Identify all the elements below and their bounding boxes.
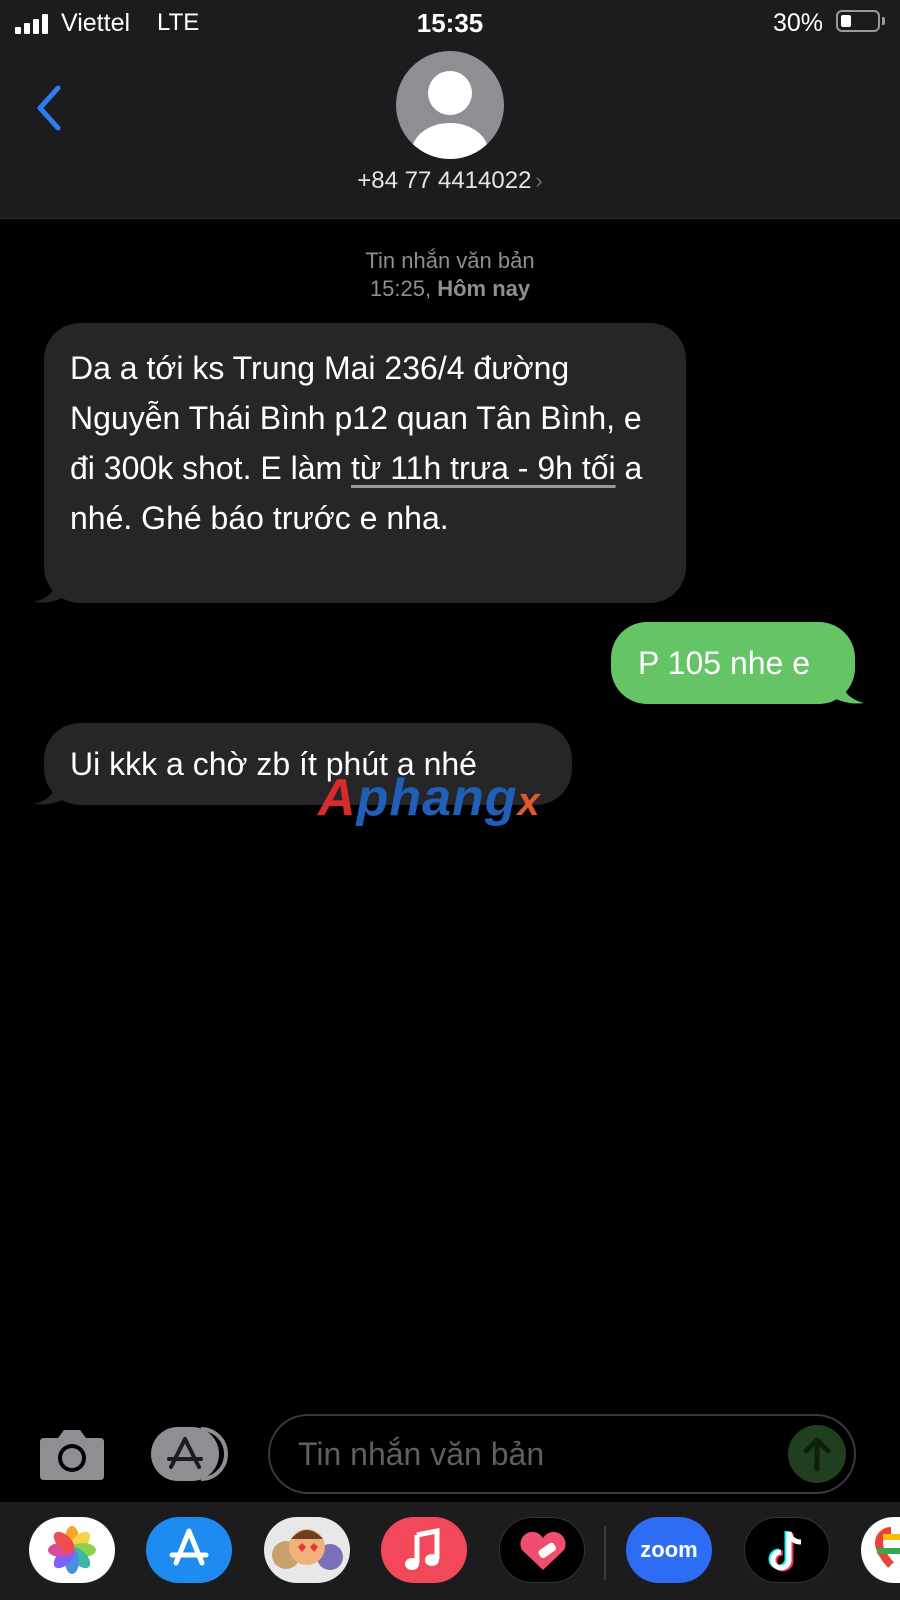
zoom-label: zoom xyxy=(640,1537,698,1562)
send-arrow-icon xyxy=(803,1437,831,1472)
back-button[interactable] xyxy=(30,78,70,138)
status-time: 15:35 xyxy=(416,8,484,38)
drawer-separator xyxy=(604,1526,606,1580)
message-text: P 105 nhe e xyxy=(638,645,811,681)
tiktok-icon[interactable] xyxy=(744,1517,830,1583)
app-drawer: zoom xyxy=(0,1502,900,1600)
contact-number: +84 77 4414022 xyxy=(357,167,532,194)
app-store-icon[interactable] xyxy=(146,1517,232,1583)
bubble-tail xyxy=(34,572,72,603)
outgoing-message-bubble[interactable]: P 105 nhe e xyxy=(611,622,855,704)
battery-percentage: 30% xyxy=(773,9,824,37)
timestamp-time: 15:25, xyxy=(369,276,432,301)
maps-icon[interactable] xyxy=(861,1517,900,1583)
incoming-message-bubble[interactable]: Da a tới ks Trung Mai 236/4 đường Nguyễn… xyxy=(44,323,686,603)
conversation-header: +84 77 4414022 › xyxy=(0,48,900,219)
fitness-heart-icon[interactable] xyxy=(499,1517,585,1583)
contact-info-button[interactable]: +84 77 4414022 › xyxy=(0,167,900,195)
message-type-label: Tin nhắn văn bản xyxy=(365,248,535,273)
timestamp-day: Hôm nay xyxy=(437,276,531,301)
watermark-part: x xyxy=(517,780,541,824)
memoji-icon[interactable] xyxy=(264,1517,350,1583)
messages-screen: Viettel LTE 15:35 30% +84 77 4414022 › Ti… xyxy=(0,0,900,1600)
battery-nub xyxy=(882,17,885,25)
app-store-icon xyxy=(151,1427,228,1481)
message-timestamp: 15:25, Hôm nay xyxy=(0,275,900,303)
status-bar: Viettel LTE 15:35 30% xyxy=(0,0,900,48)
zoom-icon[interactable]: zoom xyxy=(626,1517,712,1583)
camera-icon xyxy=(40,1430,104,1480)
bubble-tail xyxy=(826,673,864,704)
watermark-part: A xyxy=(318,769,357,827)
person-avatar-icon xyxy=(412,71,488,159)
apps-button[interactable] xyxy=(151,1427,233,1481)
battery-icon xyxy=(836,10,880,32)
chevron-left-icon xyxy=(37,85,61,131)
watermark-logo: Aphangx xyxy=(318,768,541,828)
photos-icon[interactable] xyxy=(29,1517,115,1583)
camera-button[interactable] xyxy=(38,1426,106,1482)
send-button[interactable] xyxy=(788,1425,846,1483)
watermark-part: phang xyxy=(356,769,518,827)
message-input[interactable]: Tin nhắn văn bản xyxy=(268,1414,856,1494)
input-placeholder: Tin nhắn văn bản xyxy=(298,1436,545,1472)
contact-avatar[interactable] xyxy=(396,51,504,159)
music-icon[interactable] xyxy=(381,1517,467,1583)
chevron-right-icon: › xyxy=(535,168,543,193)
bubble-tail xyxy=(34,774,72,805)
time-detected-link[interactable]: từ 11h trưa - 9h tối xyxy=(351,450,616,486)
